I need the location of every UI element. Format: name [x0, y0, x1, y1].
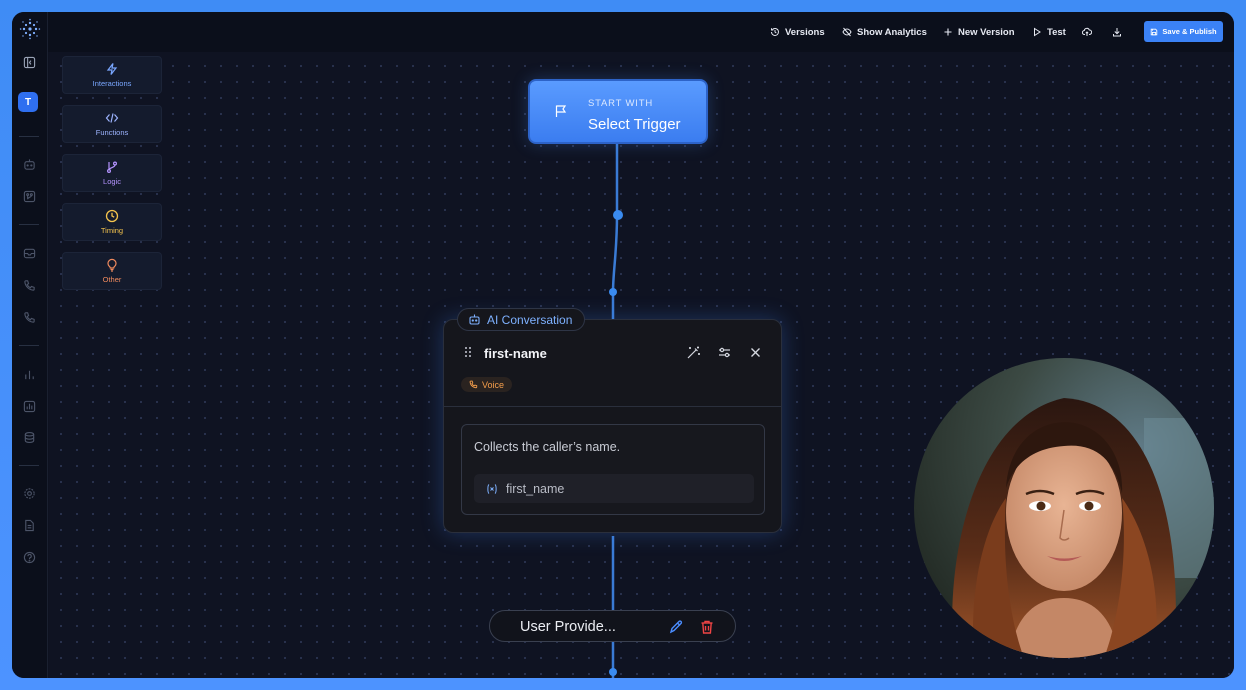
user-provide-step[interactable]: User Provide... — [489, 610, 736, 642]
close-icon[interactable] — [748, 345, 763, 360]
node-body: Collects the caller’s name. first_name — [461, 424, 765, 515]
trigger-title: Select Trigger — [588, 116, 681, 133]
pencil-icon[interactable] — [668, 619, 684, 635]
app-window: T Versions Show Analytics New Version Te… — [12, 12, 1234, 678]
video-avatar — [914, 358, 1214, 658]
variable-chip[interactable]: first_name — [474, 474, 754, 503]
divider — [444, 406, 781, 407]
connector-handle[interactable] — [613, 210, 623, 220]
trash-icon[interactable] — [699, 619, 715, 635]
voice-badge-label: Voice — [482, 379, 505, 390]
drag-handle-icon[interactable] — [464, 346, 472, 358]
ai-conversation-node[interactable]: first-name Voice Collects the caller’s n… — [443, 319, 782, 533]
connector-handle[interactable] — [609, 288, 617, 296]
portrait-image — [914, 358, 1214, 658]
bot-icon — [469, 314, 480, 325]
node-type-label: AI Conversation — [487, 312, 573, 327]
node-type-tag: AI Conversation — [457, 308, 586, 331]
node-description: Collects the caller’s name. — [474, 440, 621, 454]
connector-handle[interactable] — [609, 668, 617, 676]
trigger-subtitle: START WITH — [588, 98, 653, 109]
trigger-node[interactable]: START WITH Select Trigger — [528, 79, 708, 144]
step-label: User Provide... — [520, 619, 616, 635]
node-title: first-name — [484, 346, 547, 361]
phone-icon — [469, 380, 478, 389]
variable-icon — [487, 483, 497, 494]
variable-name: first_name — [506, 481, 565, 496]
flag-icon — [555, 105, 567, 117]
magic-wand-icon[interactable] — [686, 345, 701, 360]
voice-badge: Voice — [461, 377, 513, 392]
sliders-icon[interactable] — [717, 345, 732, 360]
node-actions — [686, 345, 763, 360]
